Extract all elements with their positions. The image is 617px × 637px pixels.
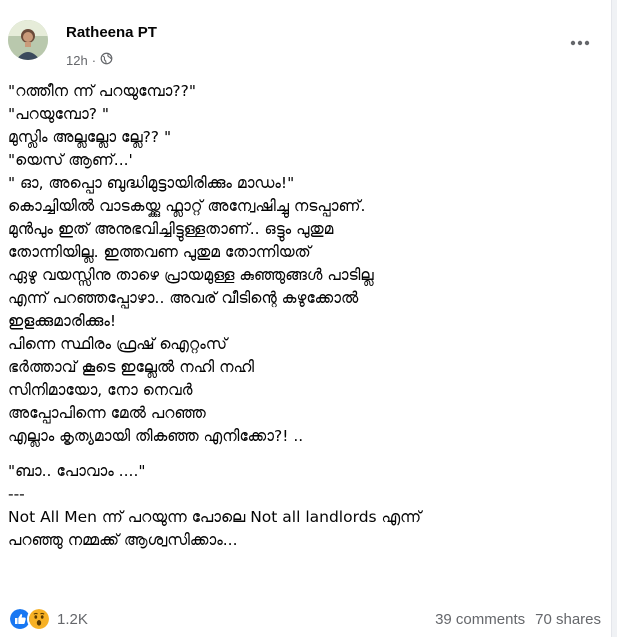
post-timestamp[interactable]: 12h [66, 53, 88, 68]
shares-count[interactable]: 70 shares [535, 611, 601, 628]
meta-dot: · [91, 52, 97, 68]
post-line: അപ്പോപിന്നെ മേൽ പറഞ്ഞ [8, 404, 206, 422]
more-horizontal-icon [570, 40, 590, 46]
post-line: എല്ലാം കൃത്യമായി തികഞ്ഞ എനിക്കോ?! .. [8, 427, 304, 445]
post-line: "പറയുമ്പോ? " [8, 105, 109, 123]
post-line: ഏഴു വയസ്സിനു താഴെ പ്രായമുള്ള കുഞ്ഞുങ്ങൾ … [8, 266, 374, 284]
more-options-button[interactable] [565, 28, 595, 58]
post-meta: 12h · [66, 52, 113, 68]
post-line: " ഓ, അപ്പൊ ബുദ്ധിമുട്ടായിരിക്കും മാഡം!" [8, 174, 295, 192]
globe-icon [100, 52, 113, 68]
post-stats-bar: 1.2K 39 comments 70 shares [8, 606, 601, 632]
avatar-photo [8, 20, 48, 60]
post-line: മുൻപും ഇത് അനുഭവിച്ചിട്ടുള്ളതാണ്.. ഒട്ടു… [8, 220, 334, 238]
wow-icon [27, 607, 51, 631]
post-line: "യെസ് ആണ്...' [8, 151, 133, 169]
reactions-summary[interactable]: 1.2K [8, 607, 88, 631]
post-line: "ബാ.. പോവാം ...." [8, 462, 146, 480]
post-line: ഇളക്കുമാരിക്കും! [8, 312, 117, 330]
post-line: ഭർത്താവ് കൂടെ ഇല്ലേൽ നഹി നഹി [8, 358, 254, 376]
post-line: കൊച്ചിയിൽ വാടകയ്ക്കു ഫ്ലാറ്റ് അന്വേഷിച്ച… [8, 197, 366, 215]
post-line: Not All Men ന്ന് പറയുന്ന പോലെ Not all la… [8, 508, 422, 526]
post-line: പിന്നെ സ്ഥിരം ഫ്രഷ് ഐറ്റംസ് [8, 335, 227, 353]
post-line: സിനിമായോ, നോ നെവർ [8, 381, 193, 399]
post-line: മുസ്ലിം അല്ലല്ലോ ല്ലേ?? " [8, 128, 172, 146]
post-line: പറഞ്ഞു നമ്മക്ക് ആശ്വസിക്കാം... [8, 531, 238, 549]
engagement-stats: 39 comments 70 shares [435, 611, 601, 628]
post-body: "റത്തീന ന്ന് പറയുമ്പോ??" "പറയുമ്പോ? " മു… [8, 80, 603, 552]
post-line: തോന്നിയില്ല. ഇത്തവണ പുതുമ തോന്നിയത് [8, 243, 311, 261]
separator: --- [8, 485, 25, 503]
post-header: Ratheena PT 12h · [8, 18, 601, 74]
author-name[interactable]: Ratheena PT [66, 24, 157, 41]
reaction-count[interactable]: 1.2K [57, 611, 88, 628]
author-avatar[interactable] [8, 20, 48, 60]
post-line: "റത്തീന ന്ന് പറയുമ്പോ??" [8, 82, 196, 100]
post-line: എന്ന് പറഞ്ഞപ്പോഴാ.. അവര് വീടിന്റെ കഴുക്ക… [8, 289, 359, 307]
comments-count[interactable]: 39 comments [435, 611, 525, 628]
post-card: Ratheena PT 12h · "റത്തീന ന്ന് പറയുമ്പോ?… [0, 0, 612, 637]
